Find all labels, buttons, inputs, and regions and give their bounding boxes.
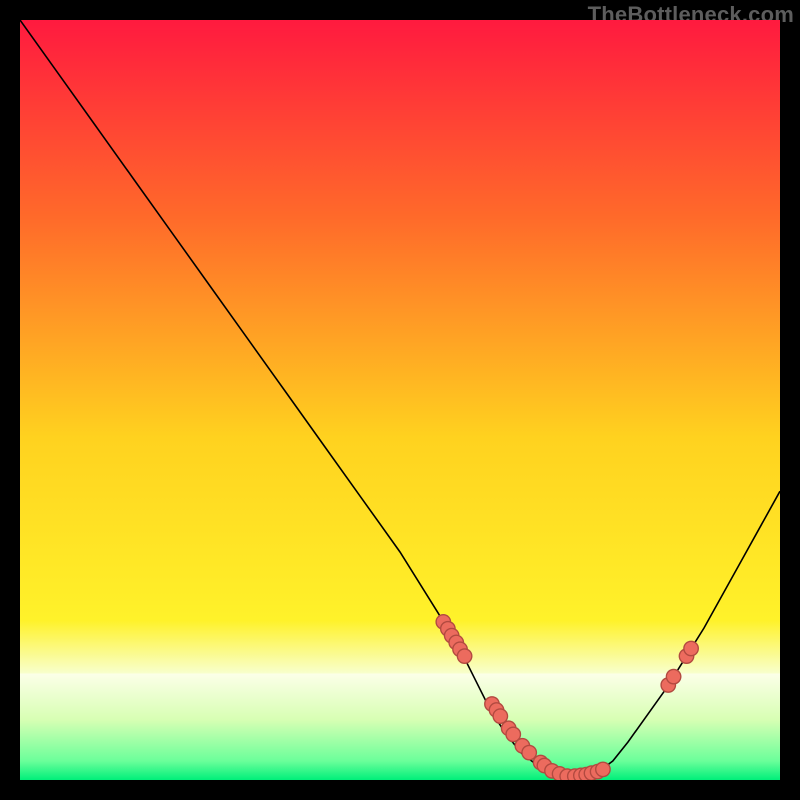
curve-marker xyxy=(522,745,536,759)
curve-marker xyxy=(457,649,471,663)
curve-marker xyxy=(684,641,698,655)
curve-marker xyxy=(666,669,680,683)
chart-stage: TheBottleneck.com xyxy=(0,0,800,800)
curve-marker xyxy=(596,762,610,776)
gradient-background xyxy=(20,20,780,780)
bottleneck-curve-plot xyxy=(20,20,780,780)
